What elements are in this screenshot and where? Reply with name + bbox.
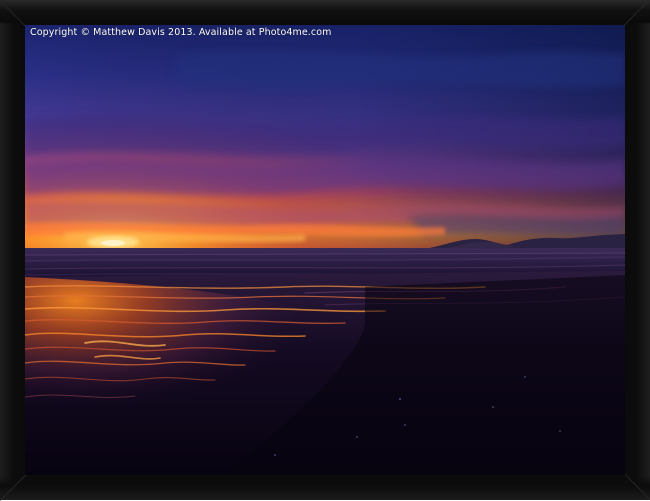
- picture-frame: Copyright © Matthew Davis 2013. Availabl…: [0, 0, 650, 501]
- copyright-watermark: Copyright © Matthew Davis 2013. Availabl…: [30, 27, 332, 38]
- sunset-beach-photo: [25, 25, 625, 475]
